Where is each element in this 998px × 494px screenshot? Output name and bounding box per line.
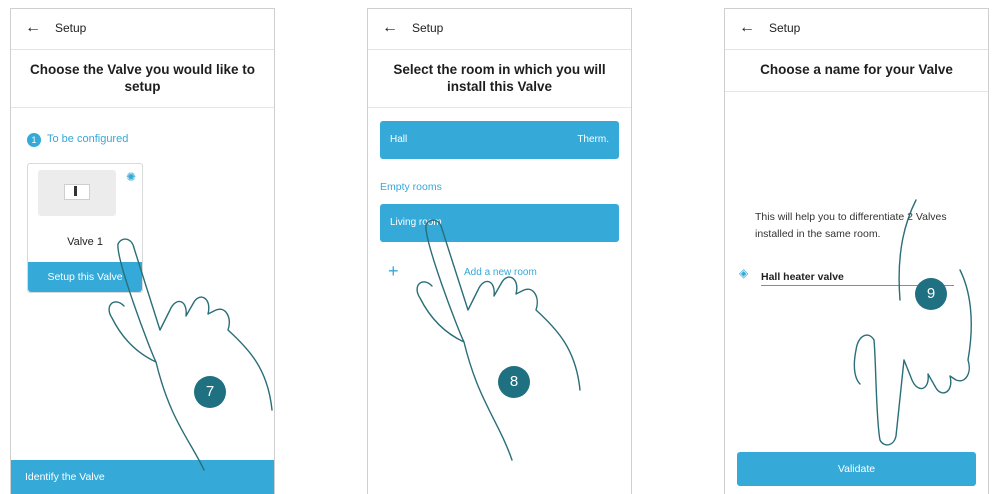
setup-valve-button[interactable]: Setup this Valve [28,262,142,292]
step-marker-8: 8 [498,366,530,398]
plus-icon[interactable]: + [388,261,399,282]
screen-choose-valve: ← Setup Choose the Valve you would like … [10,8,275,494]
device-name: Valve 1 [67,236,103,248]
tag-icon: ◈ [739,266,749,280]
page-title: Choose the Valve you would like to setup [29,62,256,94]
section-label: To be configured [47,133,129,145]
top-bar-title: Setup [412,21,444,35]
room-hall-button[interactable]: Hall Therm. [380,121,619,159]
identify-valve-button[interactable]: Identify the Valve [11,460,274,494]
room-name: Living room [390,217,442,228]
screen-name-valve: ← Setup Choose a name for your Valve Thi… [724,8,989,494]
page-title: Select the room in which you will instal… [393,62,606,94]
top-bar-title: Setup [55,21,87,35]
validate-button[interactable]: Validate [737,452,976,486]
divider [725,91,988,92]
valve-indicator [74,186,77,196]
top-bar-title: Setup [769,21,801,35]
room-living-button[interactable]: Living room [380,204,619,242]
top-bar: ← Setup [11,9,274,50]
add-room-link[interactable]: Add a new room [464,267,537,278]
valve-image [38,170,116,216]
step-marker-9: 9 [915,278,947,310]
back-arrow-icon[interactable]: ← [25,19,41,37]
identify-light-icon[interactable]: ✺ [126,170,136,184]
device-card[interactable]: ✺ Valve 1 Setup this Valve [27,163,143,293]
page-title: Choose a name for your Valve [760,62,953,77]
empty-rooms-label: Empty rooms [380,181,442,193]
back-arrow-icon[interactable]: ← [382,19,398,37]
step-marker-7: 7 [194,376,226,408]
room-tag: Therm. [577,134,609,145]
screen-select-room: ← Setup Select the room in which you wil… [367,8,632,494]
divider [368,107,631,108]
helper-text: This will help you to differentiate 2 Va… [755,211,947,240]
room-name: Hall [390,134,408,145]
count-badge: 1 [27,133,41,147]
top-bar: ← Setup [368,9,631,50]
valve-slot [64,184,90,200]
back-arrow-icon[interactable]: ← [739,19,755,37]
top-bar: ← Setup [725,9,988,50]
divider [11,107,274,108]
